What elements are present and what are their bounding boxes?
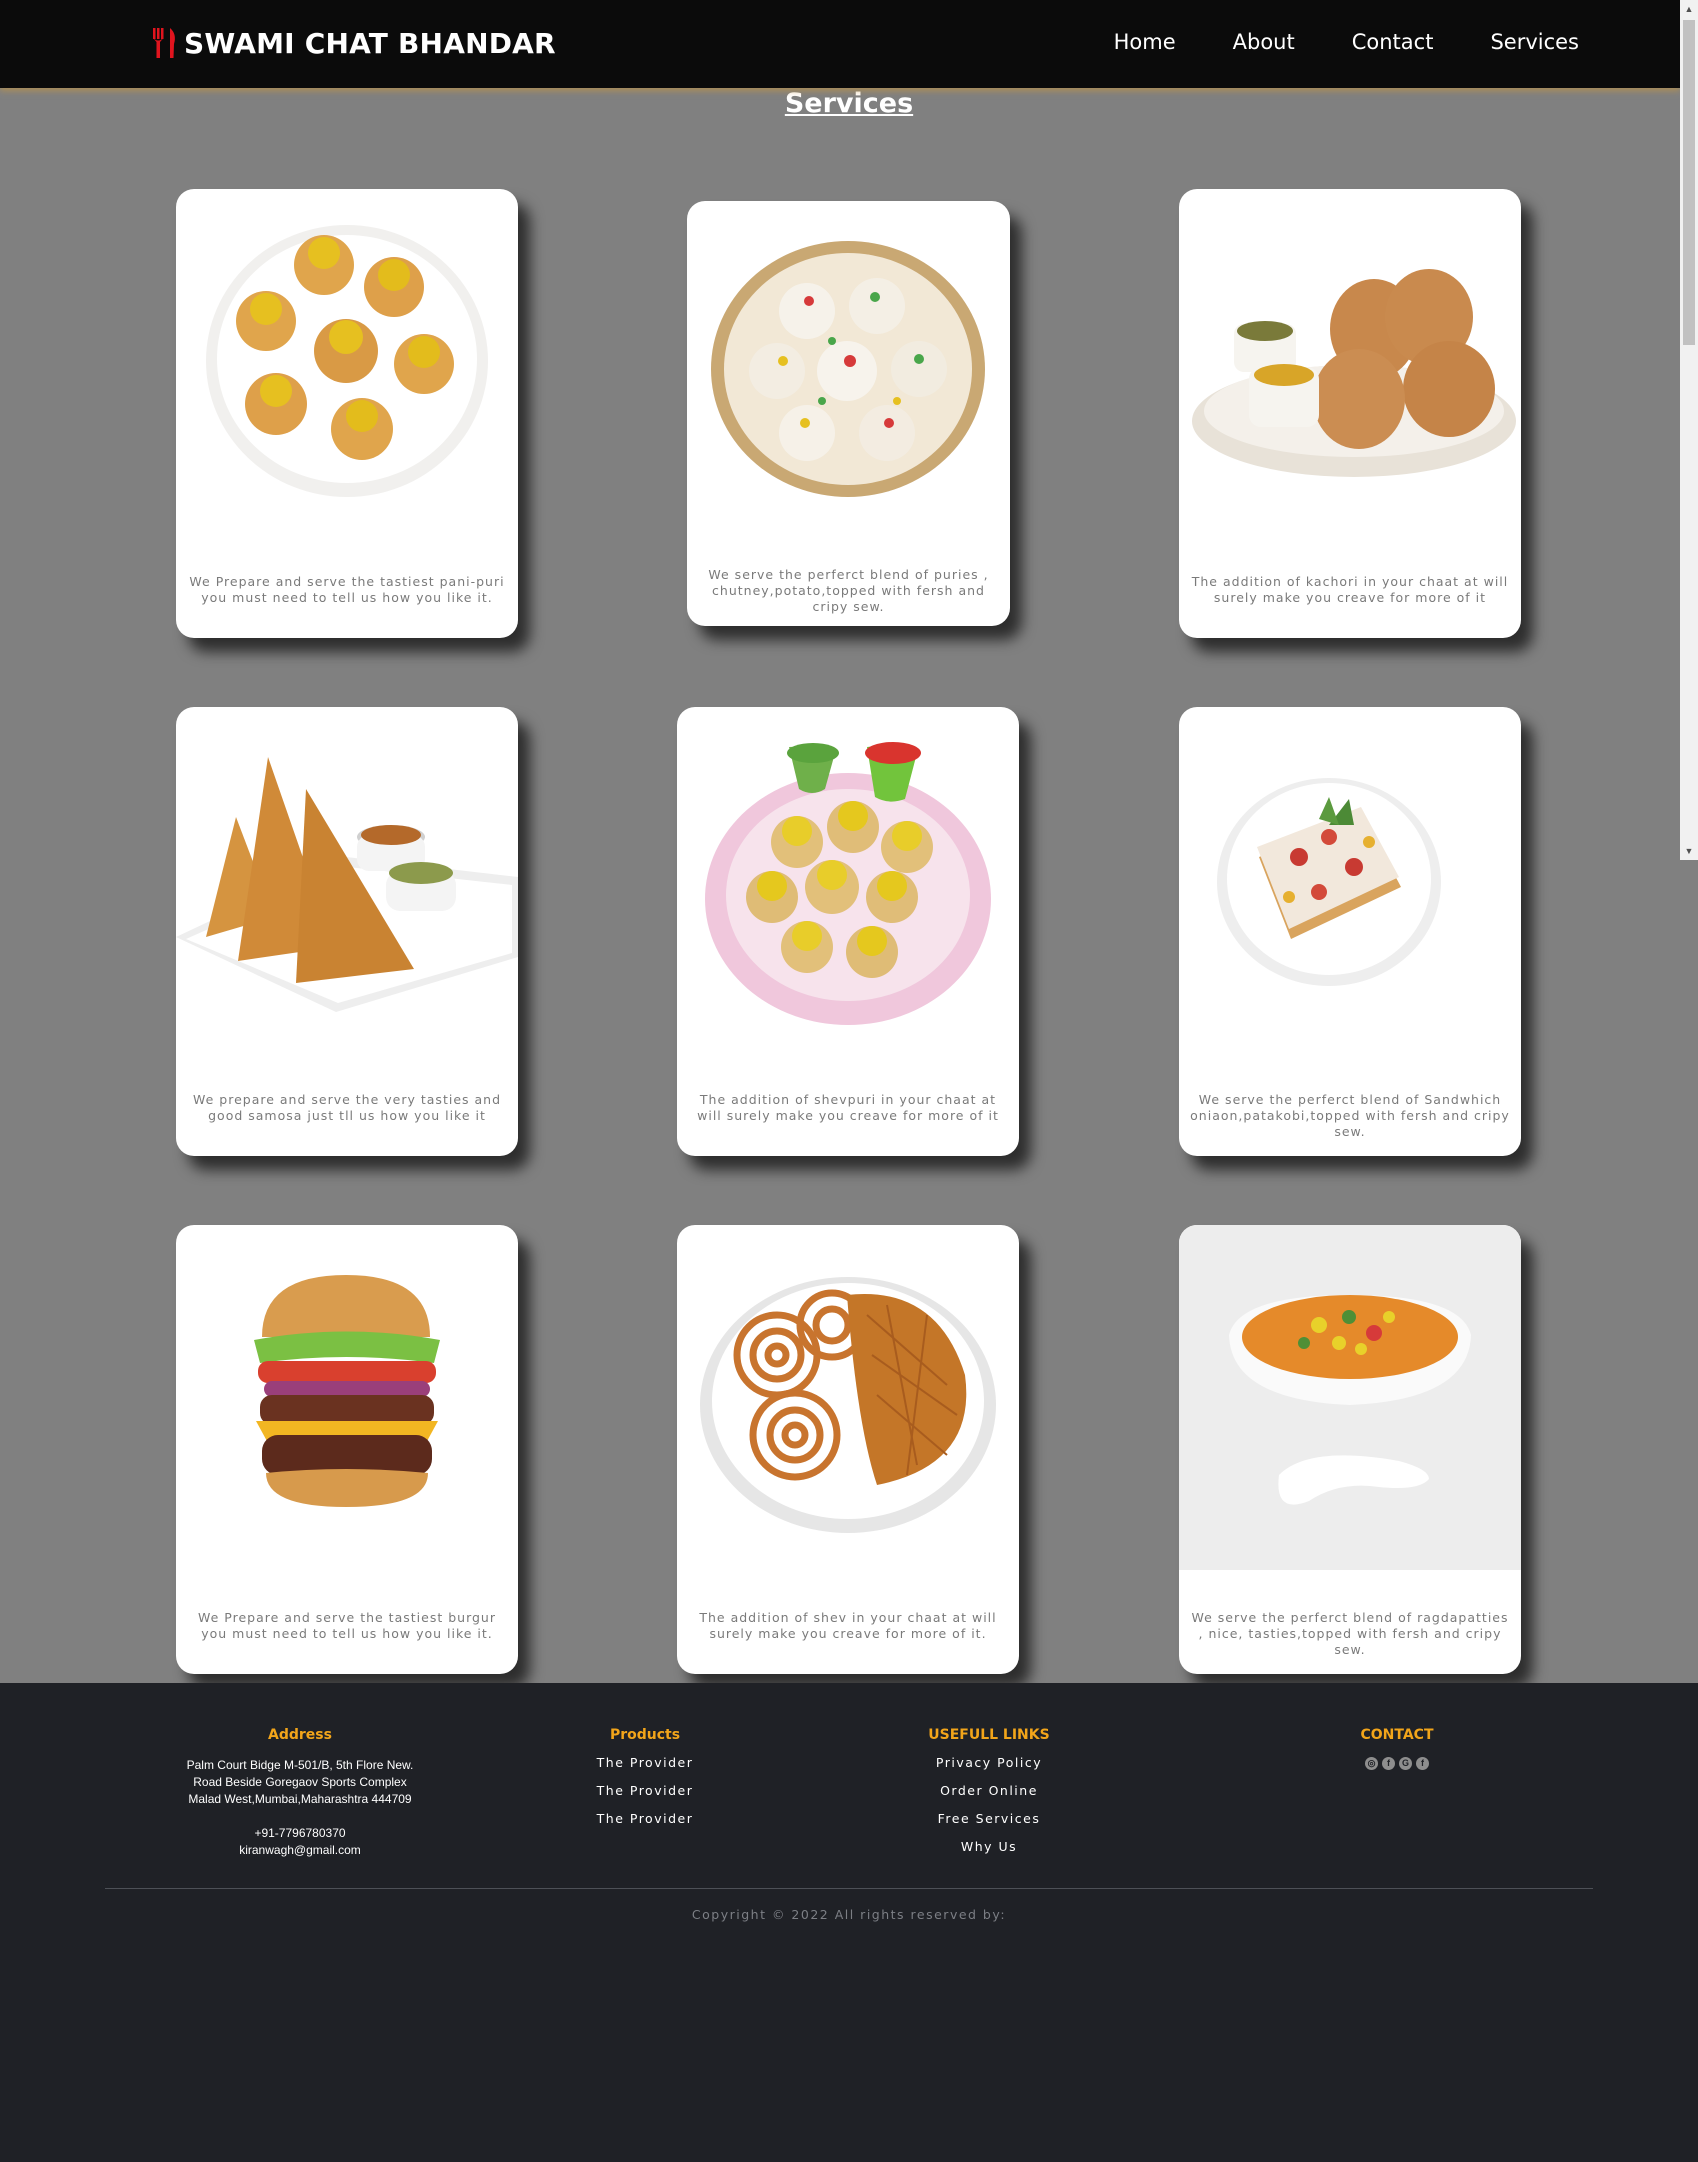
- brand[interactable]: SWAMI CHAT BHANDAR: [150, 26, 556, 60]
- nav-services[interactable]: Services: [1490, 30, 1579, 54]
- pani-puri-image: [176, 189, 518, 549]
- footer-address: Address Palm Court Bidge M-501/B, 5th Fl…: [185, 1727, 415, 1859]
- card-description: We Prepare and serve the tastiest burgur…: [198, 1610, 496, 1641]
- footer-products: Products The Provider The Provider The P…: [545, 1727, 745, 1833]
- scroll-down-arrow-icon[interactable]: ▼: [1680, 842, 1698, 860]
- service-card-chakli-shev[interactable]: The addition of shev in your chaat at wi…: [677, 1225, 1019, 1674]
- burger-image: [176, 1225, 518, 1585]
- google-icon[interactable]: G: [1399, 1757, 1412, 1770]
- footer-address-heading: Address: [268, 1727, 332, 1743]
- main-nav: Home About Contact Services: [1114, 30, 1579, 54]
- footer: Address Palm Court Bidge M-501/B, 5th Fl…: [0, 1683, 1698, 2162]
- facebook-icon[interactable]: f: [1416, 1757, 1429, 1770]
- service-card-samosa[interactable]: We prepare and serve the very tasties an…: [176, 707, 518, 1156]
- service-card-sandwich[interactable]: We serve the perferct blend of Sandwhich…: [1179, 707, 1521, 1156]
- card-description: We Prepare and serve the tastiest pani-p…: [189, 574, 505, 605]
- card-description: We serve the perferct blend of Sandwhich…: [1190, 1092, 1510, 1139]
- card-description: We serve the perferct blend of ragdapatt…: [1191, 1610, 1509, 1657]
- free-services-link[interactable]: Free Services: [889, 1805, 1089, 1833]
- social-icons: ◎ f G f: [1297, 1757, 1497, 1770]
- footer-contact-heading: CONTACT: [1360, 1727, 1434, 1743]
- ragda-pattice-image: [1179, 1225, 1521, 1570]
- card-description: The addition of shevpuri in your chaat a…: [697, 1092, 999, 1123]
- order-online-link[interactable]: Order Online: [889, 1777, 1089, 1805]
- brand-name: SWAMI CHAT BHANDAR: [184, 26, 556, 60]
- service-card-shevpuri[interactable]: The addition of shevpuri in your chaat a…: [677, 707, 1019, 1156]
- card-description: We prepare and serve the very tasties an…: [192, 1092, 502, 1123]
- phone-number: +91-7796780370: [254, 1826, 346, 1840]
- kachori-image: [1179, 189, 1521, 549]
- page-title: Services: [784, 88, 914, 119]
- footer-links-heading: USEFULL LINKS: [928, 1727, 1050, 1743]
- service-card-burger[interactable]: We Prepare and serve the tastiest burgur…: [176, 1225, 518, 1674]
- nav-about[interactable]: About: [1233, 30, 1295, 54]
- footer-contact: CONTACT ◎ f G f: [1297, 1727, 1497, 1770]
- address-line-3: Malad West,Mumbai,Maharashtra 444709: [188, 1792, 412, 1806]
- nav-contact[interactable]: Contact: [1352, 30, 1434, 54]
- card-description: We serve the perferct blend of puries , …: [708, 567, 989, 614]
- footer-products-heading: Products: [609, 1727, 681, 1743]
- product-link[interactable]: The Provider: [545, 1777, 745, 1805]
- scroll-up-arrow-icon[interactable]: ▲: [1680, 0, 1698, 18]
- footer-useful-links: USEFULL LINKS Privacy Policy Order Onlin…: [889, 1727, 1089, 1861]
- address-line-1: Palm Court Bidge M-501/B, 5th Flore New.: [186, 1758, 414, 1772]
- product-link[interactable]: The Provider: [545, 1805, 745, 1833]
- privacy-policy-link[interactable]: Privacy Policy: [889, 1749, 1089, 1777]
- service-card-kachori[interactable]: The addition of kachori in your chaat at…: [1179, 189, 1521, 638]
- service-card-pani-puri[interactable]: We Prepare and serve the tastiest pani-p…: [176, 189, 518, 638]
- copyright-text: Copyright © 2022 All rights reserved by:: [691, 1907, 1007, 1922]
- card-description: The addition of shev in your chaat at wi…: [699, 1610, 997, 1641]
- facebook-icon[interactable]: f: [1382, 1757, 1395, 1770]
- nav-home[interactable]: Home: [1114, 30, 1176, 54]
- service-card-ragda-pattice[interactable]: We serve the perferct blend of ragdapatt…: [1179, 1225, 1521, 1674]
- fork-knife-logo-icon: [150, 26, 180, 60]
- samosa-image: [176, 707, 518, 1067]
- chakli-shev-image: [677, 1225, 1019, 1585]
- shevpuri-image: [677, 707, 1019, 1067]
- email-address: kiranwagh@gmail.com: [239, 1843, 361, 1857]
- scroll-thumb[interactable]: [1683, 20, 1695, 345]
- sandwich-image: [1179, 707, 1521, 1067]
- service-card-dahi-puri[interactable]: We serve the perferct blend of puries , …: [687, 201, 1010, 626]
- dahi-puri-image: [687, 201, 1010, 546]
- address-line-2: Road Beside Goregaov Sports Complex: [193, 1775, 407, 1789]
- navbar: SWAMI CHAT BHANDAR Home About Contact Se…: [0, 0, 1680, 88]
- product-link[interactable]: The Provider: [545, 1749, 745, 1777]
- why-us-link[interactable]: Why Us: [889, 1833, 1089, 1861]
- card-description: The addition of kachori in your chaat at…: [1191, 574, 1509, 605]
- vertical-scrollbar[interactable]: ▲ ▼: [1680, 0, 1698, 860]
- footer-divider: [105, 1888, 1593, 1889]
- instagram-icon[interactable]: ◎: [1365, 1757, 1378, 1770]
